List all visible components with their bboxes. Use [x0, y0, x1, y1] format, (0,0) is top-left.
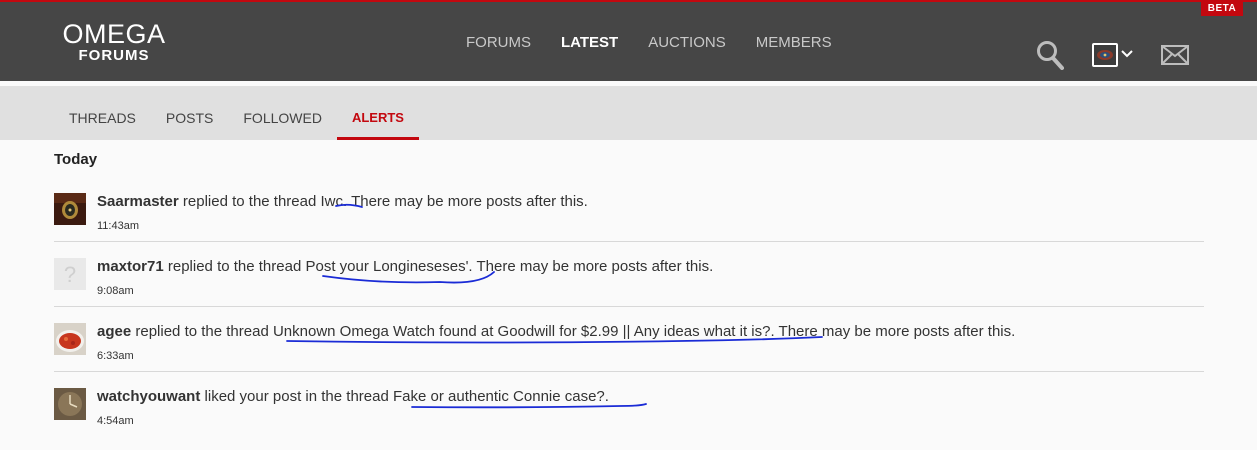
alert-time: 9:08am [97, 285, 134, 297]
tab-followed[interactable]: FOLLOWED [228, 86, 337, 140]
svg-text:?: ? [64, 262, 76, 287]
alert-item: watchyouwant liked your post in the thre… [54, 388, 1204, 450]
alert-user[interactable]: watchyouwant [97, 388, 200, 405]
chevron-down-icon [1121, 50, 1133, 58]
nav-members[interactable]: MEMBERS [756, 34, 832, 51]
logo-main-text: OMEGA [62, 19, 166, 49]
tab-alerts[interactable]: ALERTS [336, 86, 419, 140]
alert-text: Saarmaster replied to the thread Iwc. Th… [97, 193, 588, 211]
section-title: Today [54, 151, 98, 168]
alert-thread-link[interactable]: Post your Longineseses'. [305, 258, 472, 275]
alert-user[interactable]: agee [97, 323, 131, 340]
alert-time: 11:43am [97, 220, 139, 232]
alert-item: Saarmaster replied to the thread Iwc. Th… [54, 193, 1204, 255]
alert-text: agee replied to the thread Unknown Omega… [97, 323, 1015, 341]
alert-text: watchyouwant liked your post in the thre… [97, 388, 609, 406]
alert-thread-link[interactable]: Iwc. [321, 193, 348, 210]
avatar[interactable] [54, 323, 86, 355]
alert-action: replied to the thread [178, 193, 321, 210]
divider [54, 306, 1204, 307]
avatar[interactable] [54, 193, 86, 225]
alert-action: liked your post in the thread [200, 388, 393, 405]
sub-nav: THREADS POSTS FOLLOWED ALERTS [0, 86, 1257, 140]
main-nav: FORUMS LATEST AUCTIONS MEMBERS [466, 34, 832, 51]
alert-action: replied to the thread [131, 323, 273, 340]
tab-posts[interactable]: POSTS [151, 86, 228, 140]
mail-icon[interactable] [1161, 45, 1189, 65]
alert-item: agee replied to the thread Unknown Omega… [54, 323, 1204, 385]
divider [54, 241, 1204, 242]
logo-sub-text: FORUMS [78, 47, 150, 64]
user-avatar [1092, 43, 1118, 67]
search-icon[interactable] [1036, 40, 1064, 70]
alert-suffix: There may be more posts after this. [472, 258, 714, 275]
nav-auctions[interactable]: AUCTIONS [648, 34, 726, 51]
alert-thread-link[interactable]: Unknown Omega Watch found at Goodwill fo… [273, 323, 775, 340]
avatar[interactable]: ? [54, 258, 86, 290]
alert-action: replied to the thread [163, 258, 306, 275]
user-menu[interactable] [1092, 43, 1134, 67]
nav-forums[interactable]: FORUMS [466, 34, 531, 51]
tab-threads[interactable]: THREADS [54, 86, 151, 140]
alert-text: maxtor71 replied to the thread Post your… [97, 258, 713, 276]
alert-user[interactable]: Saarmaster [97, 193, 179, 210]
alert-item: ? maxtor71 replied to the thread Post yo… [54, 258, 1204, 320]
alert-thread-link[interactable]: Fake or authentic Connie case?. [393, 388, 609, 405]
alert-time: 4:54am [97, 415, 134, 427]
divider [54, 371, 1204, 372]
alert-suffix: There may be more posts after this. [347, 193, 588, 210]
top-header: BETA OMEGA FORUMS FORUMS LATEST AUCTIONS… [0, 0, 1257, 81]
site-logo[interactable]: OMEGA FORUMS [53, 20, 175, 64]
alert-suffix: There may be more posts after this. [774, 323, 1016, 340]
alert-user[interactable]: maxtor71 [97, 258, 164, 275]
alert-time: 6:33am [97, 350, 134, 362]
nav-latest[interactable]: LATEST [561, 34, 618, 51]
avatar[interactable] [54, 388, 86, 420]
beta-badge: BETA [1201, 2, 1243, 16]
